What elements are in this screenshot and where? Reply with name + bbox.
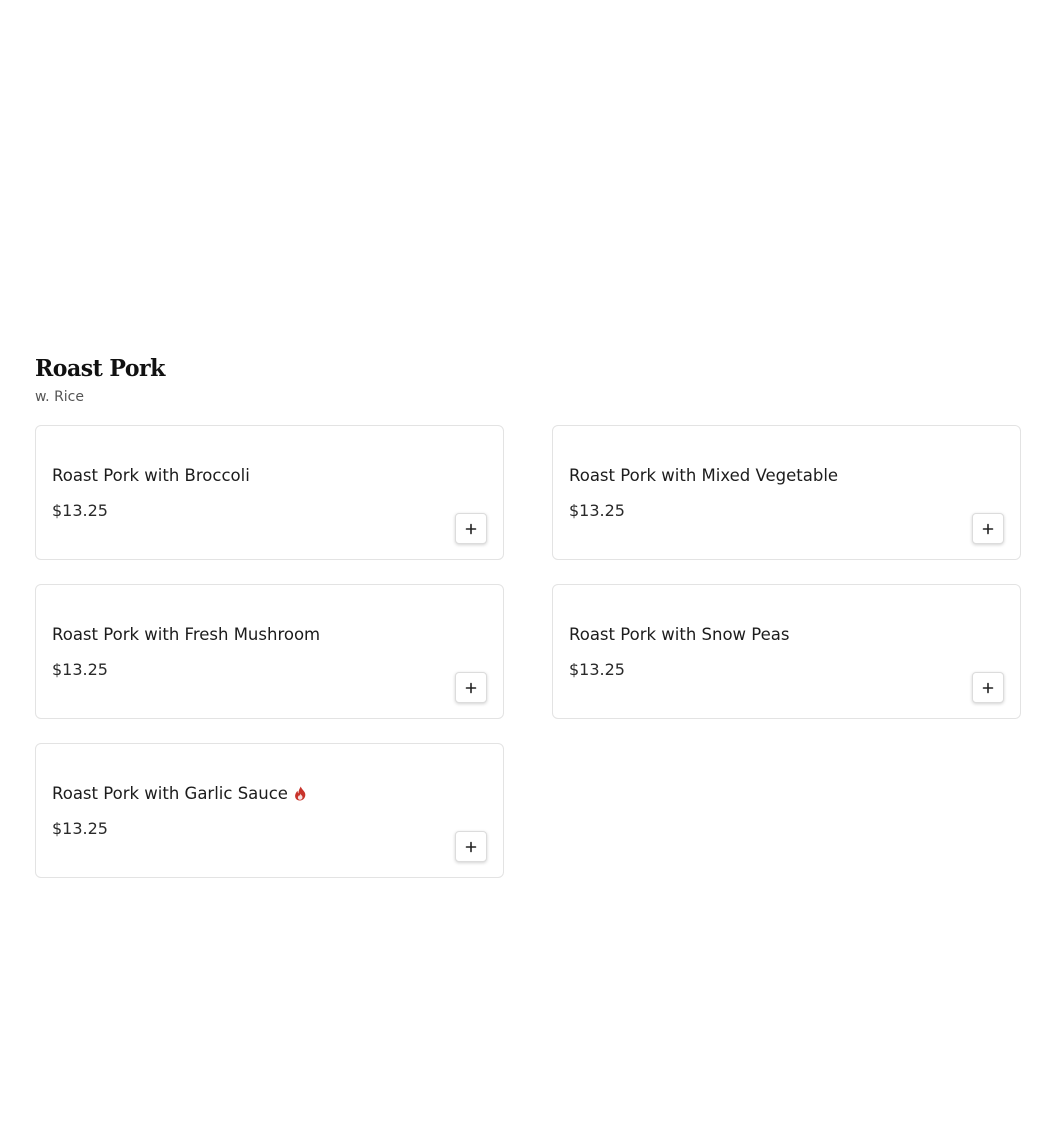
plus-icon bbox=[465, 841, 477, 853]
plus-icon bbox=[465, 523, 477, 535]
section-title: Roast Pork bbox=[35, 355, 165, 383]
menu-item-grid: Roast Pork with Broccoli $13.25 Roast Po… bbox=[35, 425, 1021, 878]
item-price: $13.25 bbox=[569, 501, 625, 520]
item-name-wrapper: Roast Pork with Snow Peas bbox=[569, 625, 790, 644]
plus-icon bbox=[465, 682, 477, 694]
item-price: $13.25 bbox=[52, 660, 108, 679]
plus-icon bbox=[982, 523, 994, 535]
section-subtitle: w. Rice bbox=[35, 389, 84, 405]
menu-item-card[interactable]: Roast Pork with Fresh Mushroom $13.25 bbox=[35, 584, 504, 719]
item-price: $13.25 bbox=[52, 501, 108, 520]
item-name-wrapper: Roast Pork with Fresh Mushroom bbox=[52, 625, 320, 644]
add-to-cart-button[interactable] bbox=[455, 672, 487, 703]
item-price: $13.25 bbox=[52, 819, 108, 838]
item-name: Roast Pork with Mixed Vegetable bbox=[569, 466, 839, 485]
item-price: $13.25 bbox=[569, 660, 625, 679]
menu-item-card[interactable]: Roast Pork with Mixed Vegetable $13.25 bbox=[552, 425, 1021, 560]
item-name: Roast Pork with Broccoli bbox=[52, 466, 250, 485]
plus-icon bbox=[982, 682, 994, 694]
add-to-cart-button[interactable] bbox=[972, 513, 1004, 544]
menu-item-card[interactable]: Roast Pork with Garlic Sauce $13.25 bbox=[35, 743, 504, 878]
item-name: Roast Pork with Garlic Sauce bbox=[52, 784, 288, 803]
menu-item-card[interactable]: Roast Pork with Broccoli $13.25 bbox=[35, 425, 504, 560]
add-to-cart-button[interactable] bbox=[455, 513, 487, 544]
flame-icon bbox=[294, 786, 307, 801]
item-name: Roast Pork with Snow Peas bbox=[569, 625, 790, 644]
menu-item-card[interactable]: Roast Pork with Snow Peas $13.25 bbox=[552, 584, 1021, 719]
item-name: Roast Pork with Fresh Mushroom bbox=[52, 625, 321, 644]
item-name-wrapper: Roast Pork with Garlic Sauce bbox=[52, 784, 307, 803]
item-name-wrapper: Roast Pork with Mixed Vegetable bbox=[569, 466, 838, 485]
add-to-cart-button[interactable] bbox=[455, 831, 487, 862]
item-name-wrapper: Roast Pork with Broccoli bbox=[52, 466, 250, 485]
add-to-cart-button[interactable] bbox=[972, 672, 1004, 703]
menu-section-roast-pork: Roast Pork w. Rice Roast Pork with Brocc… bbox=[35, 352, 1021, 878]
